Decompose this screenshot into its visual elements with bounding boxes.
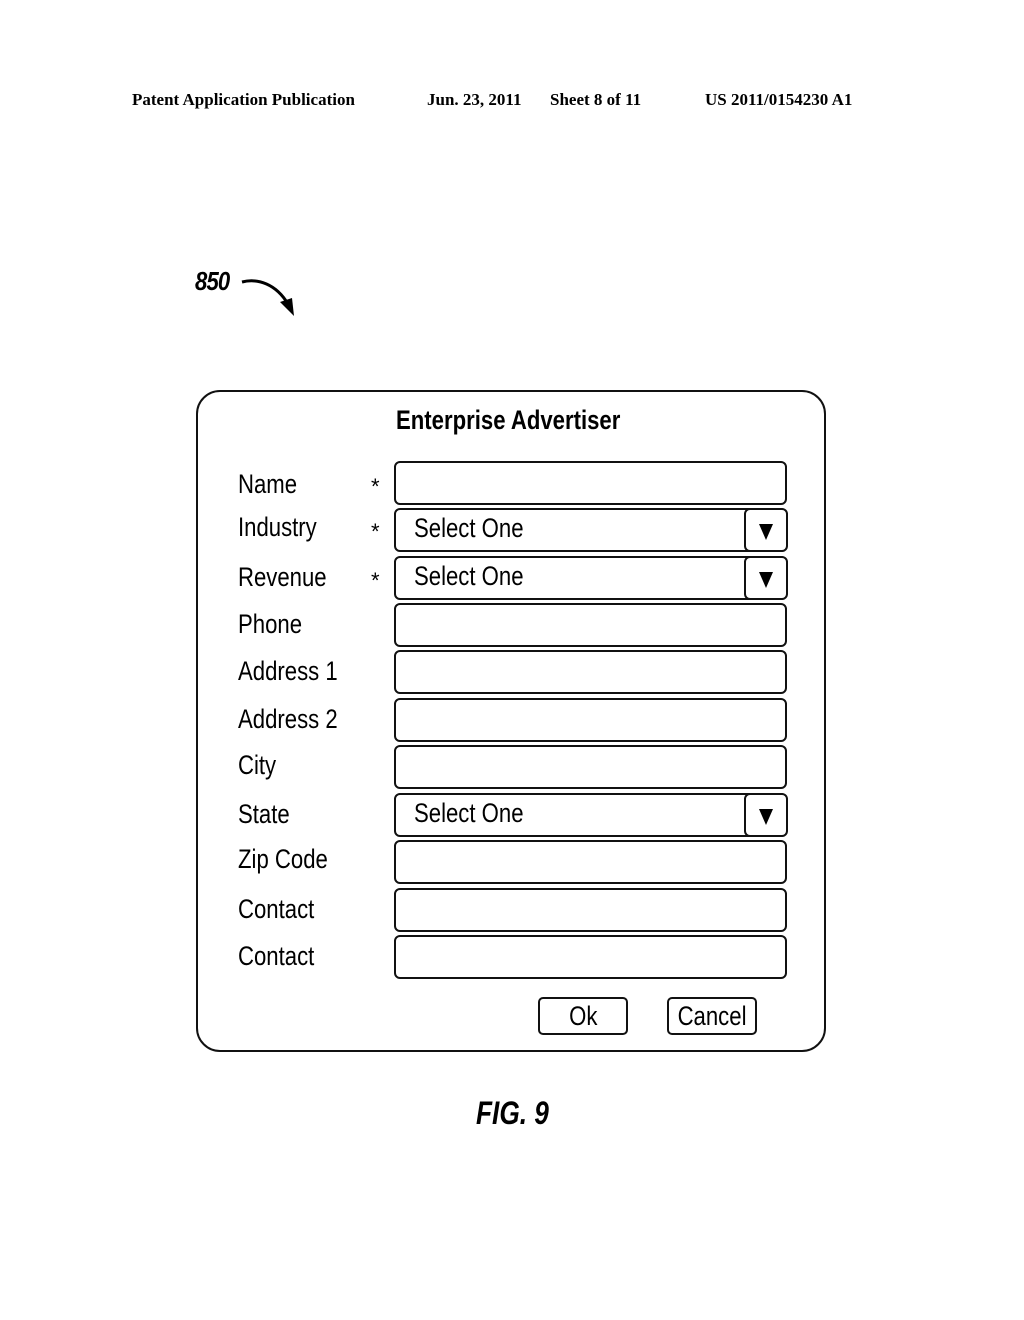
industry-label: Industry [238, 512, 317, 542]
phone-label: Phone [238, 609, 303, 639]
ok-button[interactable]: Ok [538, 997, 628, 1035]
dropdown-triangle-icon [758, 523, 773, 540]
address1-input[interactable] [394, 650, 787, 694]
revenue-select[interactable]: Select One [394, 555, 788, 600]
reference-numeral: 850 [195, 266, 230, 296]
required-marker: * [371, 568, 380, 593]
state-select-value: Select One [414, 798, 524, 828]
required-marker: * [371, 474, 380, 499]
revenue-dropdown-button[interactable] [743, 555, 788, 600]
cancel-button-label: Cancel [677, 1001, 747, 1031]
city-label: City [238, 750, 277, 780]
industry-select[interactable]: Select One [394, 507, 788, 552]
dropdown-triangle-icon [758, 571, 773, 588]
address1-label: Address 1 [238, 656, 338, 686]
publication-date: Jun. 23, 2011 [427, 90, 522, 109]
state-dropdown-button[interactable] [743, 792, 788, 837]
cancel-button[interactable]: Cancel [667, 997, 757, 1035]
sheet-number: Sheet 8 of 11 [550, 90, 642, 109]
patent-header: Patent Application Publication Jun. 23, … [0, 90, 1024, 112]
dropdown-triangle-icon [758, 808, 773, 825]
state-select[interactable]: Select One [394, 792, 788, 837]
name-label: Name [238, 469, 298, 499]
ok-button-label: Ok [568, 1001, 598, 1031]
publication-label: Patent Application Publication [132, 90, 355, 109]
reference-arrow-icon [241, 279, 294, 316]
required-marker: * [371, 519, 380, 544]
industry-select-value: Select One [414, 513, 524, 543]
zip-code-label: Zip Code [238, 844, 328, 874]
revenue-label: Revenue [238, 562, 327, 592]
address2-label: Address 2 [238, 704, 338, 734]
revenue-select-value: Select One [414, 561, 524, 591]
contact-label: Contact [238, 894, 315, 924]
patent-number: US 2011/0154230 A1 [705, 90, 853, 109]
zip-code-input[interactable] [394, 840, 787, 884]
contact-2-label: Contact [238, 941, 315, 971]
address2-input[interactable] [394, 698, 787, 742]
city-input[interactable] [394, 745, 787, 789]
name-input[interactable] [394, 461, 787, 505]
dialog-title: Enterprise Advertiser [396, 405, 621, 435]
figure-caption: FIG. 9 [476, 1095, 549, 1131]
state-label: State [238, 799, 290, 829]
contact-input[interactable] [394, 888, 787, 932]
industry-dropdown-button[interactable] [743, 507, 788, 552]
phone-input[interactable] [394, 603, 787, 647]
contact-2-input[interactable] [394, 935, 787, 979]
